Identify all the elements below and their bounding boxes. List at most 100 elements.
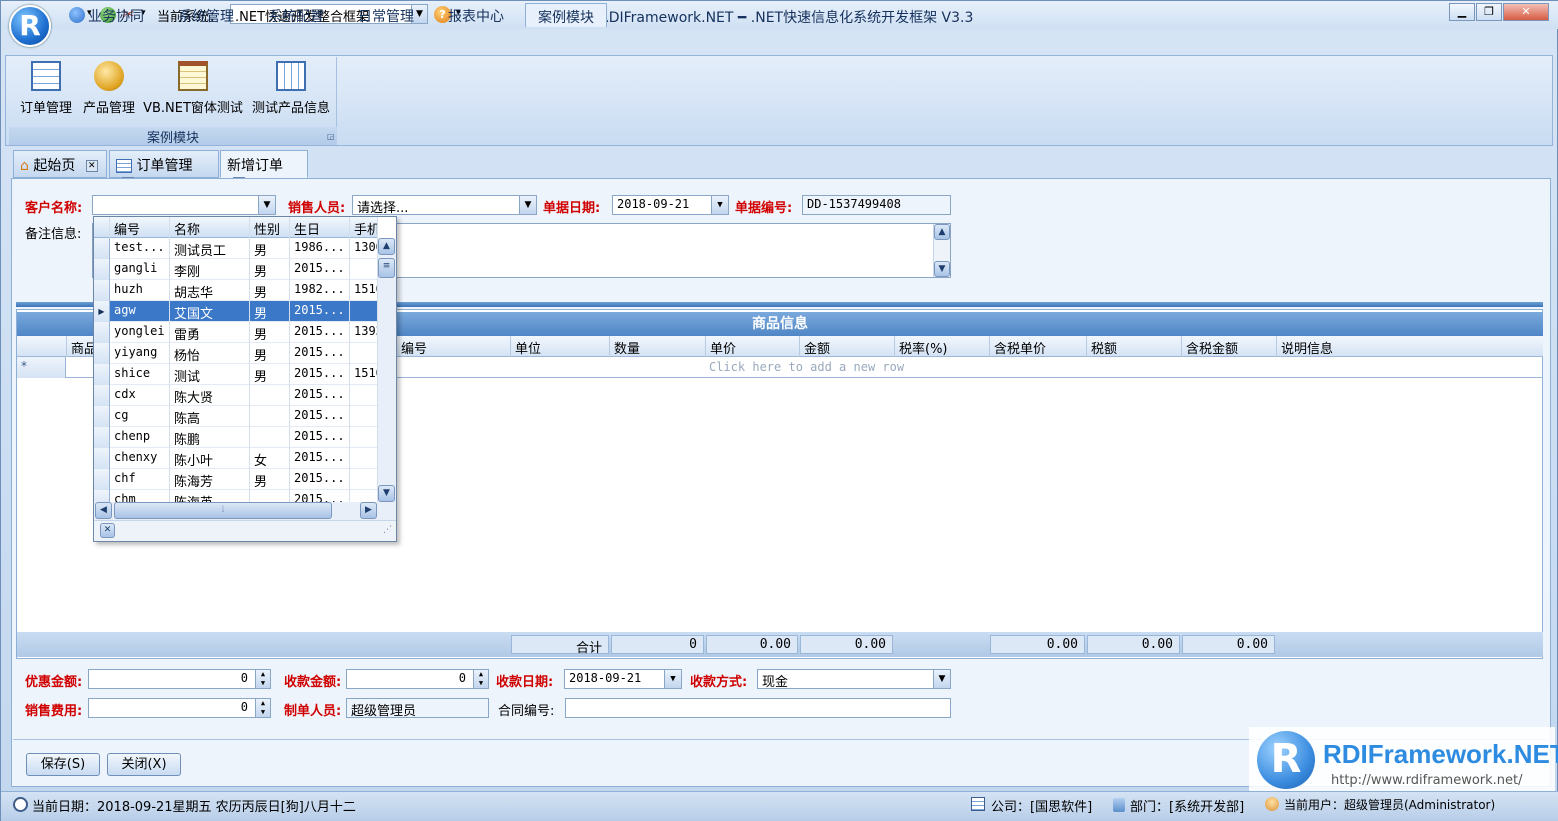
row-indicator[interactable] bbox=[94, 469, 110, 490]
current-row-arrow-icon[interactable]: ▶ bbox=[94, 301, 110, 322]
product-management-button[interactable]: 产品管理 bbox=[78, 61, 140, 116]
col-price[interactable]: 单价 bbox=[705, 336, 799, 357]
tab-new-order[interactable]: 新增订单 ✕ bbox=[220, 150, 308, 189]
spinner-arrows-icon[interactable]: ▲ ▼ bbox=[255, 699, 270, 717]
spinner-arrows-icon[interactable]: ▲ ▼ bbox=[255, 670, 270, 688]
popup-row[interactable]: chenp 陈鹏 2015... bbox=[94, 427, 378, 448]
popup-vertical-scrollbar[interactable]: ▲ ≡ ▼ bbox=[378, 238, 396, 502]
ribbon-tab-collaboration[interactable]: 业务协同 bbox=[76, 3, 156, 27]
col-description[interactable]: 说明信息 bbox=[1276, 336, 1543, 357]
popup-col-birthday[interactable]: 生日 bbox=[290, 217, 350, 238]
ribbon-tab-system-config[interactable]: 系统配置 bbox=[256, 3, 336, 27]
popup-cell-name: 李刚 bbox=[170, 259, 250, 280]
row-indicator[interactable] bbox=[94, 343, 110, 364]
popup-row[interactable]: cg 陈高 2015... bbox=[94, 406, 378, 427]
new-row-hint[interactable]: Click here to add a new row bbox=[709, 360, 904, 374]
popup-row[interactable]: cdx 陈大贤 2015... bbox=[94, 385, 378, 406]
doc-date-picker[interactable]: 2018-09-21 ▼ bbox=[612, 195, 729, 215]
chevron-down-icon[interactable]: ▼ bbox=[711, 196, 728, 214]
contract-field[interactable] bbox=[565, 698, 951, 718]
row-indicator[interactable] bbox=[94, 238, 110, 259]
chevron-down-icon[interactable]: ▼ bbox=[933, 670, 950, 688]
dialog-launcher-icon[interactable]: ◲ bbox=[327, 132, 335, 141]
restore-button[interactable]: ❐ bbox=[1476, 3, 1502, 21]
row-indicator[interactable] bbox=[94, 280, 110, 301]
popup-col-name[interactable]: 名称 bbox=[170, 217, 250, 238]
popup-row[interactable]: chf 陈海芳男 2015... bbox=[94, 469, 378, 490]
order-management-button[interactable]: 订单管理 bbox=[15, 61, 77, 116]
remark-label: 备注信息: bbox=[25, 227, 82, 242]
col-amount[interactable]: 金额 bbox=[799, 336, 894, 357]
col-code[interactable]: 编号 bbox=[396, 336, 510, 357]
popup-row[interactable]: chenxy 陈小叶女 2015... bbox=[94, 448, 378, 469]
ribbon-tab-case-module[interactable]: 案例模块 bbox=[525, 3, 607, 27]
vbnet-form-test-button[interactable]: VB.NET窗体测试 bbox=[141, 61, 245, 116]
footer-total-label: 合计 bbox=[511, 635, 609, 656]
chevron-down-icon[interactable]: ▼ bbox=[519, 196, 536, 214]
row-indicator[interactable] bbox=[94, 406, 110, 427]
received-amount-spinner[interactable]: 0 ▲ ▼ bbox=[346, 669, 489, 689]
col-tax-price[interactable]: 含税单价 bbox=[989, 336, 1086, 357]
row-indicator[interactable] bbox=[94, 322, 110, 343]
minimize-button[interactable]: ▁ bbox=[1449, 3, 1475, 21]
customer-combobox[interactable]: ▼ bbox=[92, 195, 276, 215]
test-product-info-button[interactable]: 测试产品信息 bbox=[246, 61, 336, 116]
row-indicator[interactable] bbox=[94, 490, 110, 502]
maker-field[interactable]: 超级管理员 bbox=[346, 698, 489, 719]
scroll-up-icon[interactable]: ▲ bbox=[934, 224, 950, 240]
sales-cost-spinner[interactable]: 0 ▲ ▼ bbox=[88, 698, 271, 718]
col-tax-rate[interactable]: 税率(%) bbox=[894, 336, 989, 357]
close-icon[interactable]: ✕ bbox=[85, 160, 98, 172]
chevron-down-icon[interactable]: ▼ bbox=[258, 196, 275, 214]
col-tax-amount[interactable]: 含税金额 bbox=[1181, 336, 1276, 357]
row-indicator[interactable] bbox=[94, 364, 110, 385]
scroll-left-icon[interactable]: ◀ bbox=[95, 502, 112, 519]
col-quantity[interactable]: 数量 bbox=[609, 336, 705, 357]
discount-spinner[interactable]: 0 ▲ ▼ bbox=[88, 669, 271, 689]
popup-col-gender[interactable]: 性别 bbox=[250, 217, 290, 238]
footer-tax-amount: 0.00 bbox=[1182, 635, 1275, 654]
col-unit[interactable]: 单位 bbox=[510, 336, 609, 357]
close-form-button[interactable]: 关闭(X) bbox=[107, 753, 181, 776]
ribbon-tab-reports[interactable]: 报表中心 bbox=[436, 3, 516, 27]
spinner-arrows-icon[interactable]: ▲ ▼ bbox=[473, 670, 488, 688]
popup-col-mobile[interactable]: 手机 bbox=[350, 217, 378, 238]
popup-row[interactable]: ▶ agw 艾国文男 2015... bbox=[94, 301, 378, 322]
scroll-down-icon[interactable]: ▼ bbox=[378, 485, 395, 502]
scroll-thumb[interactable]: ≡ bbox=[378, 258, 395, 278]
row-indicator[interactable] bbox=[94, 385, 110, 406]
remark-scrollbar[interactable]: ▲ ▼ bbox=[933, 224, 950, 277]
scroll-thumb-horizontal[interactable]: ⦙ bbox=[114, 502, 332, 519]
popup-col-code[interactable]: 编号 bbox=[110, 217, 170, 238]
scroll-down-icon[interactable]: ▼ bbox=[934, 261, 950, 277]
col-tax[interactable]: 税额 bbox=[1086, 336, 1181, 357]
sales-person-select[interactable]: 请选择... ▼ bbox=[352, 195, 537, 216]
popup-horizontal-scrollbar[interactable]: ◀ ⦙ ▶ bbox=[94, 502, 396, 520]
app-logo[interactable]: R bbox=[9, 5, 51, 47]
popup-row[interactable]: yonglei雷勇男2015...1393 bbox=[94, 322, 378, 343]
save-button[interactable]: 保存(S) bbox=[26, 753, 100, 776]
popup-row[interactable]: test...测试员工男1986...1300 bbox=[94, 238, 378, 259]
scroll-right-icon[interactable]: ▶ bbox=[360, 502, 377, 519]
tab-start-page[interactable]: ⌂ 起始页 ✕ bbox=[13, 150, 107, 178]
doc-number-field[interactable]: DD-1537499408 bbox=[802, 195, 951, 215]
row-indicator[interactable] bbox=[94, 259, 110, 280]
tab-order-management[interactable]: 订单管理 ✕ bbox=[109, 150, 219, 189]
close-icon[interactable]: ✕ bbox=[100, 523, 115, 538]
chevron-down-icon[interactable]: ▼ bbox=[664, 670, 681, 688]
received-date-picker[interactable]: 2018-09-21 ▼ bbox=[564, 669, 682, 689]
popup-row[interactable]: huzh胡志华男1982...1510 bbox=[94, 280, 378, 301]
popup-row[interactable]: yiyang 杨怡男 2015... bbox=[94, 343, 378, 364]
popup-row[interactable]: gangli 李刚男 2015... bbox=[94, 259, 378, 280]
customer-dropdown-popup[interactable]: 编号 名称 性别 生日 手机 test...测试员工男1986...1300ga… bbox=[93, 216, 397, 542]
row-indicator[interactable] bbox=[94, 427, 110, 448]
popup-row[interactable]: chm陈海英 2015... bbox=[94, 490, 378, 502]
ribbon-tab-system-management[interactable]: 系统管理 bbox=[166, 3, 246, 27]
popup-row[interactable]: shice测试男2015...1510 bbox=[94, 364, 378, 385]
row-indicator[interactable] bbox=[94, 448, 110, 469]
ribbon-tab-daily[interactable]: 日常管理 bbox=[346, 3, 426, 27]
resize-grip-icon[interactable]: ⋰ bbox=[383, 525, 392, 535]
pay-method-select[interactable]: 现金 ▼ bbox=[757, 669, 951, 690]
close-button[interactable]: ✕ bbox=[1503, 3, 1549, 21]
scroll-up-icon[interactable]: ▲ bbox=[378, 238, 395, 255]
